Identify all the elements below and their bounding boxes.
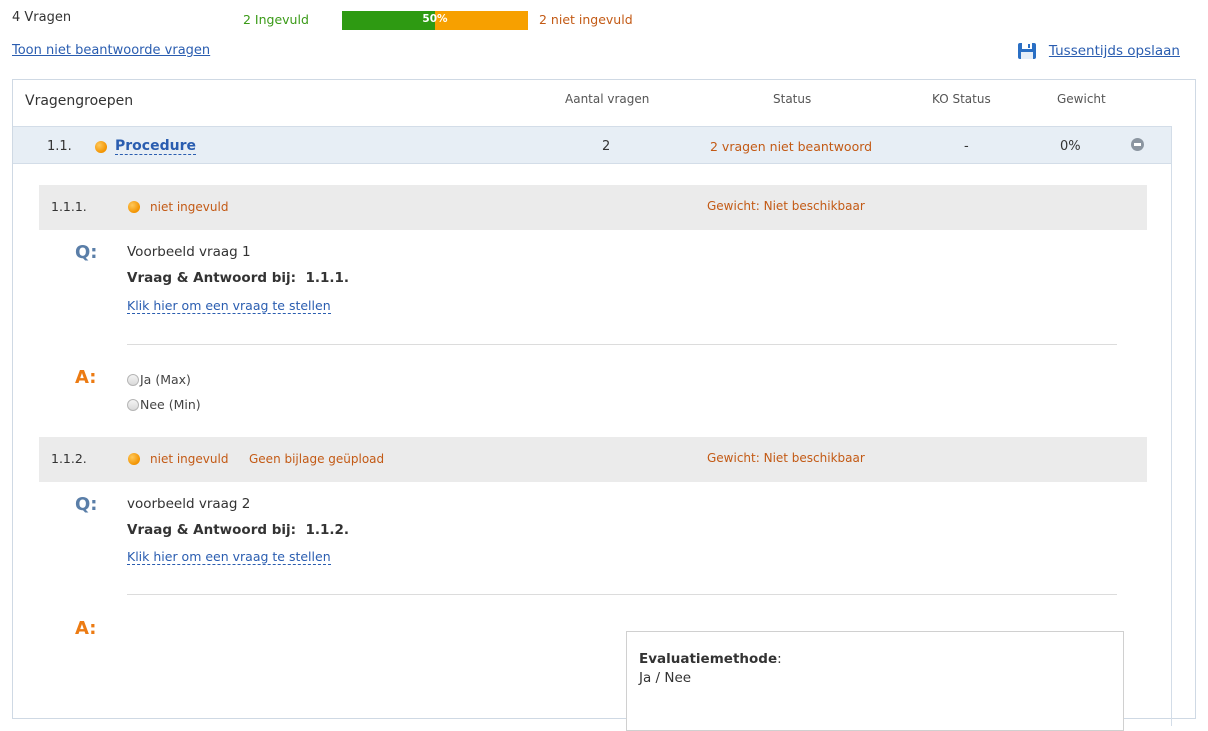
floppy-disk-icon	[1017, 42, 1037, 60]
progress-bar: 50%	[342, 11, 528, 30]
header-count: Aantal vragen	[565, 92, 650, 106]
orange-dot-icon	[128, 453, 140, 465]
header-ko-status: KO Status	[932, 92, 991, 106]
group-row[interactable]: 1.1. Procedure 2 2 vragen niet beantwoor…	[13, 126, 1171, 164]
answer-option-nee[interactable]: Nee (Min)	[127, 397, 201, 412]
question-header-1: 1.1.1. niet ingevuld Gewicht: Niet besch…	[39, 185, 1147, 230]
group-status: 2 vragen niet beantwoord	[710, 139, 873, 154]
attachment-status: Geen bijlage geüpload	[249, 452, 385, 466]
orange-dot-icon	[95, 141, 107, 153]
ask-question-link[interactable]: Klik hier om een vraag te stellen	[127, 549, 331, 565]
question-weight: Gewicht: Niet beschikbaar	[707, 451, 865, 465]
qa-label: Vraag & Antwoord bij: 1.1.2.	[127, 522, 349, 538]
group-title-link[interactable]: Procedure	[115, 138, 196, 155]
group-number: 1.1.	[47, 139, 72, 154]
save-link[interactable]: Tussentijds opslaan	[1049, 43, 1180, 59]
evaluation-label: Evaluatiemethode:	[639, 651, 782, 667]
qa-label-text: Vraag & Antwoord bij:	[127, 522, 297, 538]
qa-label-text: Vraag & Antwoord bij:	[127, 270, 297, 286]
answer-marker: A:	[75, 367, 97, 388]
header-weight: Gewicht	[1057, 92, 1106, 106]
group-question-count: 2	[602, 139, 611, 154]
question-marker: Q:	[75, 242, 98, 263]
evaluation-box: Evaluatiemethode: Ja / Nee	[626, 631, 1124, 731]
option-label: Ja (Max)	[140, 372, 191, 387]
question-state: niet ingevuld	[150, 200, 229, 214]
option-label: Nee (Min)	[140, 397, 201, 412]
filled-count: 2 Ingevuld	[243, 12, 309, 27]
answer-marker: A:	[75, 618, 97, 639]
show-unanswered-link[interactable]: Toon niet beantwoorde vragen	[12, 43, 210, 58]
header-status: Status	[773, 92, 812, 106]
question-text: Voorbeeld vraag 1	[127, 244, 251, 260]
answer-option-ja[interactable]: Ja (Max)	[127, 372, 191, 387]
divider	[1171, 126, 1172, 726]
question-number: 1.1.2.	[51, 451, 87, 466]
question-number: 1.1.1.	[51, 199, 87, 214]
not-filled-count: 2 niet ingevuld	[539, 12, 633, 27]
question-panel: Vragengroepen Aantal vragen Status KO St…	[12, 79, 1196, 731]
qa-ref: 1.1.1.	[305, 270, 350, 286]
question-header-2: 1.1.2. niet ingevuld Geen bijlage geüplo…	[39, 437, 1147, 482]
question-count: 4 Vragen	[12, 10, 72, 25]
question-state: niet ingevuld	[150, 452, 229, 466]
minus-circle-icon[interactable]	[1131, 138, 1144, 151]
qa-label: Vraag & Antwoord bij: 1.1.1.	[127, 270, 349, 286]
evaluation-value: Ja / Nee	[639, 670, 692, 686]
question-weight: Gewicht: Niet beschikbaar	[707, 199, 865, 213]
question-marker: Q:	[75, 494, 98, 515]
question-text: voorbeeld vraag 2	[127, 496, 251, 512]
evaluation-label-text: Evaluatiemethode	[639, 651, 778, 667]
ask-question-link[interactable]: Klik hier om een vraag te stellen	[127, 298, 331, 314]
save-button[interactable]: Tussentijds opslaan	[1017, 42, 1180, 60]
progress-percent: 50%	[422, 13, 448, 25]
radio-button[interactable]	[127, 398, 139, 411]
divider	[127, 594, 1117, 595]
qa-ref: 1.1.2.	[305, 522, 350, 538]
header-groups: Vragengroepen	[25, 93, 134, 109]
table-header: Vragengroepen Aantal vragen Status KO St…	[13, 80, 1195, 124]
divider	[127, 344, 1117, 345]
orange-dot-icon	[128, 201, 140, 213]
radio-button[interactable]	[127, 373, 139, 386]
group-ko-status: -	[964, 139, 969, 154]
group-weight: 0%	[1060, 139, 1081, 154]
